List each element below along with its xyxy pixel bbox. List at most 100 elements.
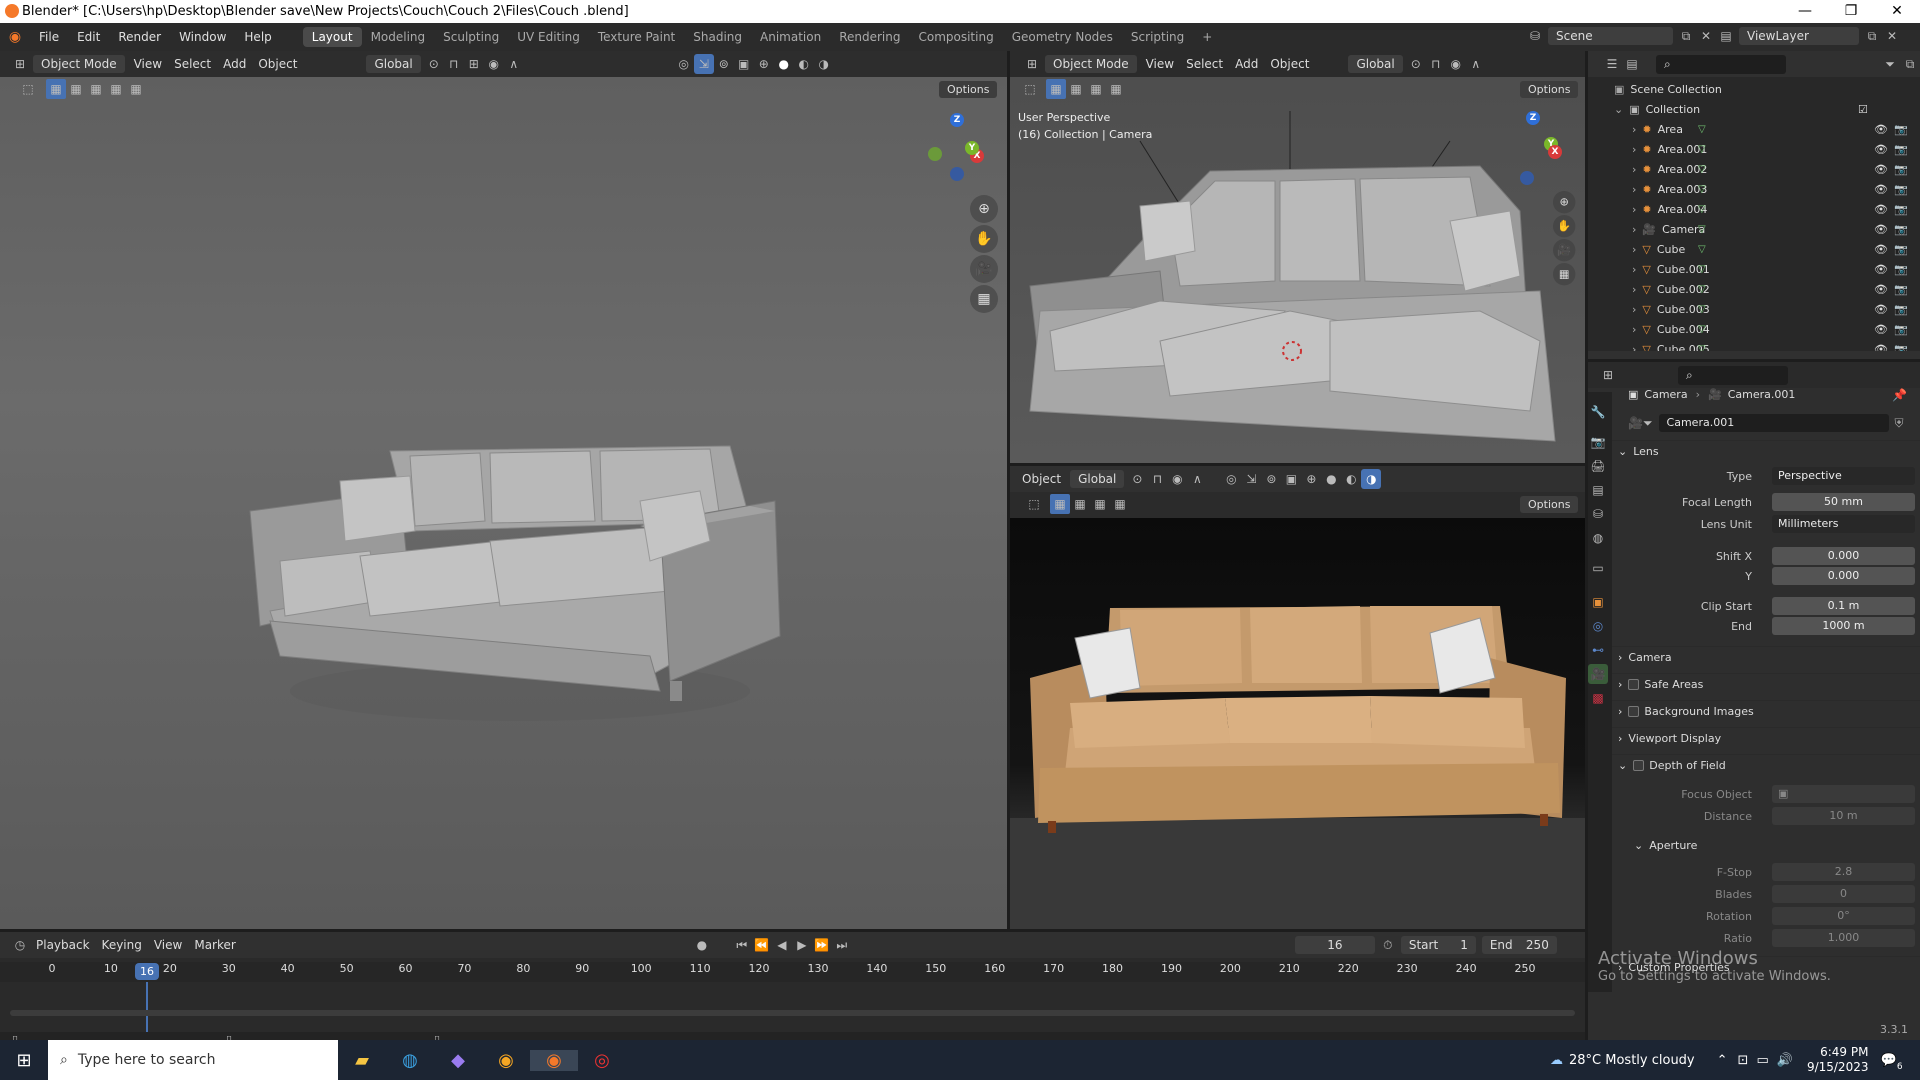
file-explorer-icon[interactable]: ▰ <box>338 1050 386 1071</box>
render-camera-icon[interactable]: 📷 <box>1894 223 1908 236</box>
material-shading-icon-3[interactable]: ◐ <box>1341 469 1361 489</box>
tab-scripting[interactable]: Scripting <box>1122 27 1193 47</box>
scene-collection-row[interactable]: ▣ Scene Collection <box>1588 79 1920 99</box>
shift-x-field[interactable]: 0.000 <box>1772 547 1915 565</box>
end-frame-field[interactable]: End 250 <box>1481 936 1557 954</box>
close-button[interactable]: ✕ <box>1874 0 1920 23</box>
object-tab-icon[interactable]: ▣ <box>1588 592 1608 612</box>
rotation-field[interactable]: 0° <box>1772 907 1915 925</box>
pivot-icon[interactable]: ⊙ <box>424 54 444 74</box>
camera-view-icon[interactable]: 🎥 <box>970 255 998 283</box>
expand-arrow-icon[interactable]: › <box>1632 143 1636 156</box>
pan-hand-icon[interactable]: ✋ <box>970 225 998 253</box>
xray-icon[interactable]: ▣ <box>734 54 754 74</box>
view-layer-selector[interactable]: ViewLayer <box>1739 27 1859 45</box>
tool-select-icon-2[interactable]: ⬚ <box>1020 79 1040 99</box>
jump-start-icon[interactable]: ⏮ <box>732 935 752 955</box>
rendered-shading-icon-3[interactable]: ◑ <box>1361 469 1382 489</box>
menu-help[interactable]: Help <box>235 30 280 44</box>
menu-object[interactable]: Object <box>252 57 303 71</box>
options-button[interactable]: Options <box>939 81 998 98</box>
blender-taskbar-icon[interactable]: ◉ <box>530 1049 578 1071</box>
expand-arrow-icon[interactable]: › <box>1632 263 1636 276</box>
constraints-tab-icon[interactable]: ⊷ <box>1588 640 1608 660</box>
snap-icon[interactable]: ⊓ <box>444 54 464 74</box>
add-workspace-button[interactable]: + <box>1193 27 1221 47</box>
battery-icon[interactable]: ▭ <box>1756 1053 1768 1068</box>
view-layer-icon[interactable]: ▤ <box>1716 26 1736 46</box>
select-subtract-icon-2[interactable]: ▦ <box>1086 79 1106 99</box>
menu-select-2[interactable]: Select <box>1180 57 1229 71</box>
lens-type-dropdown[interactable]: Perspective <box>1772 467 1915 485</box>
perspective-grid-icon[interactable]: ▦ <box>970 285 998 313</box>
visibility-icon[interactable]: ◎ <box>674 54 694 74</box>
scene-tab-icon[interactable]: ⛁ <box>1588 504 1608 524</box>
current-frame-field[interactable]: 16 <box>1294 936 1375 954</box>
menu-render[interactable]: Render <box>109 30 170 44</box>
tab-layout[interactable]: Layout <box>302 27 362 47</box>
data-icon[interactable]: ▽ <box>1698 224 1706 235</box>
outliner-editor-icon[interactable]: ☰ <box>1602 54 1622 74</box>
new-scene-icon[interactable]: ⧉ <box>1676 26 1696 46</box>
start-frame-field[interactable]: Start 1 <box>1400 936 1476 954</box>
tab-texture-paint[interactable]: Texture Paint <box>589 27 684 47</box>
solid-shading-icon[interactable]: ● <box>774 54 794 74</box>
expand-arrow-icon[interactable]: › <box>1632 123 1636 136</box>
menu-object-3[interactable]: Object <box>1016 472 1067 486</box>
render-camera-icon[interactable]: 📷 <box>1894 243 1908 256</box>
pin-icon[interactable]: 📌 <box>1892 388 1907 402</box>
menu-playback[interactable]: Playback <box>30 938 96 952</box>
properties-editor-icon[interactable]: ⊞ <box>1598 365 1618 385</box>
render-camera-icon[interactable]: 📷 <box>1894 303 1908 316</box>
preview-range-icon[interactable]: ⏱ <box>1378 935 1398 955</box>
eye-visibility-icon[interactable]: 👁 <box>1874 283 1888 296</box>
select-new-icon[interactable]: ▦ <box>46 79 66 99</box>
render-camera-icon[interactable]: 📷 <box>1894 203 1908 216</box>
expand-arrow-icon[interactable]: › <box>1632 323 1636 336</box>
eye-visibility-icon[interactable]: 👁 <box>1874 123 1888 136</box>
jump-keyframe-forward-icon[interactable]: ⏩ <box>812 935 832 955</box>
blades-field[interactable]: 0 <box>1772 885 1915 903</box>
clock[interactable]: 6:49 PM 9/15/2023 <box>1807 1045 1869 1075</box>
editor-type-icon[interactable]: ⊞ <box>10 54 30 74</box>
proportional-icon[interactable]: ◉ <box>484 54 504 74</box>
render-tab-icon[interactable]: 📷 <box>1588 432 1608 452</box>
lens-unit-dropdown[interactable]: Millimeters <box>1772 515 1915 533</box>
collection-row[interactable]: ⌄ ▣ Collection ☑ <box>1588 99 1920 119</box>
expand-arrow-icon[interactable]: › <box>1632 163 1636 176</box>
distance-field[interactable]: 10 m <box>1772 807 1915 825</box>
transform-orientation-2[interactable]: Global <box>1348 55 1403 73</box>
eye-visibility-icon[interactable]: 👁 <box>1874 163 1888 176</box>
data-icon[interactable]: ▽ <box>1698 244 1706 255</box>
pivot-icon-2[interactable]: ⊙ <box>1406 54 1426 74</box>
clip-start-field[interactable]: 0.1 m <box>1772 597 1915 615</box>
texture-tab-icon[interactable]: ▩ <box>1588 688 1608 708</box>
eye-visibility-icon[interactable]: 👁 <box>1874 303 1888 316</box>
focus-object-field[interactable]: ▣ <box>1772 785 1915 803</box>
eye-visibility-icon[interactable]: 👁 <box>1874 323 1888 336</box>
physics-tab-icon[interactable]: ◎ <box>1588 616 1608 636</box>
render-camera-icon[interactable]: 📷 <box>1894 163 1908 176</box>
frame-ruler[interactable]: 0 10 20 30 40 50 60 70 80 90 100 110 120 130 140 150 160… <box>0 962 1585 982</box>
weather-icon[interactable]: ☁ <box>1550 1053 1563 1068</box>
render-camera-icon[interactable]: 📷 <box>1894 123 1908 136</box>
expand-arrow-icon[interactable]: ⌄ <box>1614 103 1623 116</box>
camera-datablock-icon[interactable]: 🎥⏷ <box>1628 416 1653 431</box>
y-axis-icon[interactable]: Y <box>965 141 979 155</box>
volume-icon[interactable]: 🔊 <box>1777 1053 1793 1068</box>
safe-areas-checkbox[interactable] <box>1628 679 1640 690</box>
jump-end-icon[interactable]: ⏭ <box>832 935 852 955</box>
mode-selector-2[interactable]: Object Mode <box>1045 55 1137 73</box>
data-icon[interactable]: ▽ <box>1698 324 1706 335</box>
tab-modeling[interactable]: Modeling <box>362 27 435 47</box>
menu-view-timeline[interactable]: View <box>148 938 188 952</box>
tab-geometry-nodes[interactable]: Geometry Nodes <box>1003 27 1122 47</box>
tab-uv-editing[interactable]: UV Editing <box>508 27 589 47</box>
proportional-icon-3[interactable]: ◉ <box>1167 469 1187 489</box>
expand-arrow-icon[interactable]: › <box>1632 303 1636 316</box>
world-tab-icon[interactable]: ◍ <box>1588 528 1608 548</box>
fstop-field[interactable]: 2.8 <box>1772 863 1915 881</box>
select-subtract-icon-3[interactable]: ▦ <box>1090 494 1110 514</box>
expand-arrow-icon[interactable]: › <box>1632 223 1636 236</box>
lens-section-header[interactable]: ⌄ Lens <box>1612 440 1920 462</box>
